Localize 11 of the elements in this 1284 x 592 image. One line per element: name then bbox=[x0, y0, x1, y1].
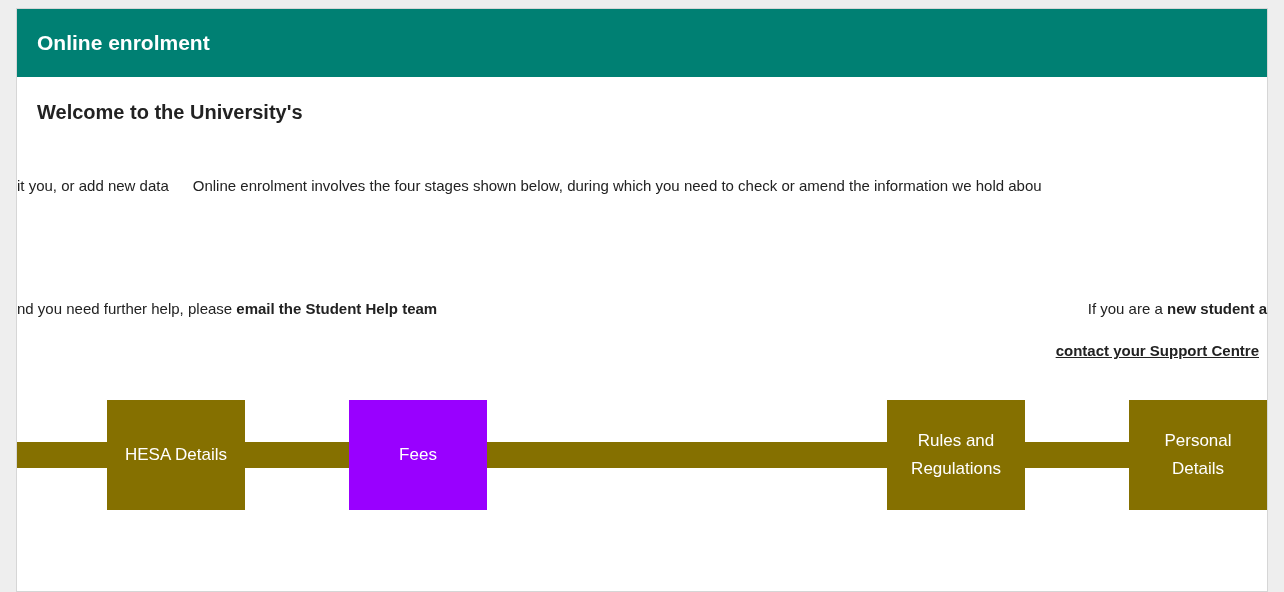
stage-box[interactable]: Rules and Regulations bbox=[887, 399, 1025, 510]
welcome-heading: Welcome to the University's bbox=[37, 100, 304, 125]
intro-text: Online enrolment involves the four stages shown below, during which you need to check or amend the information we hold abou bbox=[192, 176, 1042, 196]
stage-box[interactable]: HESA Details bbox=[107, 399, 245, 510]
stage-box[interactable]: Personal Details bbox=[1129, 399, 1267, 510]
help-text: nd you need further help, please email the Student Help team bbox=[17, 298, 438, 319]
intro-text: it you, or add new data bbox=[17, 176, 169, 196]
stage-box[interactable]: Fees bbox=[349, 399, 487, 510]
support-link[interactable]: contact your Support Centre bbox=[1055, 340, 1259, 363]
panel-title: Online enrolment bbox=[37, 30, 210, 57]
help-text: If you are a new student a bbox=[1087, 298, 1267, 319]
